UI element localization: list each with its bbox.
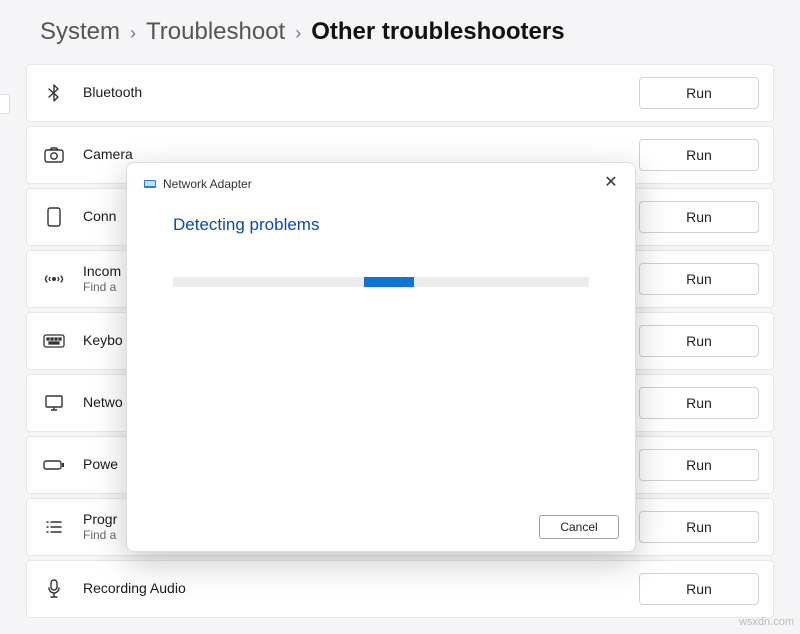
- troubleshooter-row-recording-audio[interactable]: Recording Audio Run: [26, 560, 774, 618]
- breadcrumb-current: Other troubleshooters: [311, 18, 564, 46]
- progress-bar: [173, 277, 589, 287]
- chevron-right-icon: ›: [130, 23, 136, 44]
- signal-icon: [41, 271, 67, 287]
- phone-icon: [41, 207, 67, 227]
- run-button[interactable]: Run: [639, 449, 759, 481]
- run-button[interactable]: Run: [639, 511, 759, 543]
- bluetooth-icon: [41, 83, 67, 103]
- dialog-title-bar: Network Adapter: [127, 163, 635, 191]
- list-icon: [41, 519, 67, 535]
- microphone-icon: [41, 579, 67, 599]
- run-button[interactable]: Run: [639, 201, 759, 233]
- breadcrumb-system[interactable]: System: [40, 18, 120, 46]
- chevron-right-icon: ›: [295, 23, 301, 44]
- row-label: Bluetooth: [83, 84, 623, 102]
- keyboard-icon: [41, 334, 67, 348]
- troubleshooter-dialog: ✕ Network Adapter Detecting problems Can…: [126, 162, 636, 552]
- dialog-title: Network Adapter: [163, 177, 252, 191]
- progress-indicator: [364, 277, 414, 287]
- watermark: wsxdn.com: [739, 616, 794, 628]
- row-label: Recording Audio: [83, 580, 623, 598]
- cancel-button[interactable]: Cancel: [539, 515, 619, 539]
- breadcrumb: System › Troubleshoot › Other troublesho…: [26, 18, 774, 46]
- run-button[interactable]: Run: [639, 387, 759, 419]
- cutoff-element: [0, 94, 10, 114]
- battery-icon: [41, 459, 67, 471]
- run-button[interactable]: Run: [639, 263, 759, 295]
- run-button[interactable]: Run: [639, 573, 759, 605]
- dialog-body: Detecting problems: [127, 191, 635, 503]
- camera-icon: [41, 147, 67, 163]
- monitor-icon: [41, 394, 67, 412]
- run-button[interactable]: Run: [639, 325, 759, 357]
- troubleshooter-row-bluetooth[interactable]: Bluetooth Run: [26, 64, 774, 122]
- run-button[interactable]: Run: [639, 77, 759, 109]
- run-button[interactable]: Run: [639, 139, 759, 171]
- troubleshooter-icon: [143, 177, 157, 191]
- close-icon: ✕: [604, 174, 617, 191]
- breadcrumb-troubleshoot[interactable]: Troubleshoot: [146, 18, 285, 46]
- dialog-heading: Detecting problems: [173, 215, 589, 235]
- dialog-footer: Cancel: [127, 503, 635, 551]
- row-labels: Bluetooth: [83, 84, 623, 102]
- row-labels: Recording Audio: [83, 580, 623, 598]
- close-button[interactable]: ✕: [601, 173, 621, 193]
